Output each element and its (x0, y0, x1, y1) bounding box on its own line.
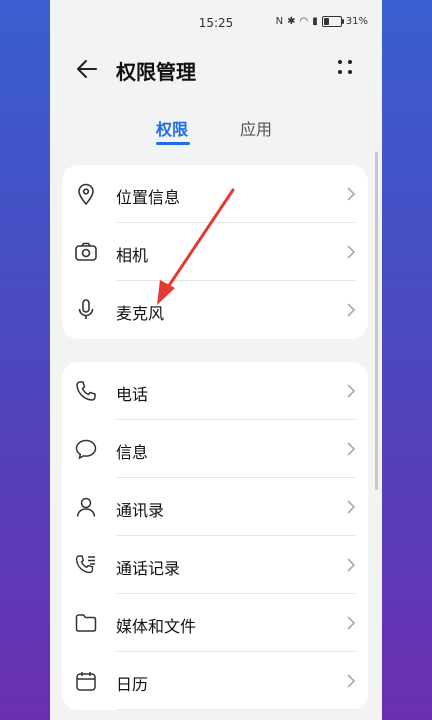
permission-item-call-log[interactable]: 通话记录 (62, 536, 368, 594)
permission-label: 麦克风 (116, 304, 165, 323)
permission-label: 电话 (116, 385, 149, 404)
chevron-right-icon (347, 187, 356, 201)
chevron-right-icon (347, 384, 356, 398)
permission-item-contacts[interactable]: 通讯录 (62, 478, 368, 536)
page-title: 权限管理 (116, 60, 196, 84)
permission-item-location[interactable]: 位置信息 (62, 165, 368, 223)
bluetooth-icon: ✱ (287, 16, 296, 27)
chevron-right-icon (347, 558, 356, 572)
phone-icon (76, 381, 96, 401)
permission-label: 信息 (116, 443, 149, 462)
permission-item-phone[interactable]: 电话 (62, 362, 368, 420)
microphone-icon (78, 299, 94, 319)
wifi-icon: ◠ (299, 16, 309, 27)
permission-label: 通话记录 (116, 559, 181, 578)
phone-screen: 15:25 N ✱ ◠ ▮ 31% 权限管理 权限 应用 位置信息 相机 麦克风… (50, 0, 382, 720)
chevron-right-icon (347, 303, 356, 317)
permission-item-media-files[interactable]: 媒体和文件 (62, 594, 368, 652)
message-icon (75, 439, 97, 460)
back-arrow-icon[interactable] (74, 56, 100, 82)
more-options-icon[interactable] (336, 58, 356, 78)
chevron-right-icon (347, 674, 356, 688)
permission-label: 日历 (116, 675, 149, 694)
location-icon (78, 183, 94, 206)
permission-item-camera[interactable]: 相机 (62, 223, 368, 281)
scrollbar[interactable] (375, 152, 378, 490)
permission-label: 位置信息 (116, 188, 181, 207)
chevron-right-icon (347, 245, 356, 259)
camera-icon (75, 242, 97, 261)
tab-bar: 权限 应用 (50, 110, 382, 150)
permission-item-microphone[interactable]: 麦克风 (62, 281, 368, 339)
permission-group-2: 电话 信息 通讯录 通话记录 媒体和文件 日历 (62, 362, 368, 710)
status-icons: N ✱ ◠ ▮ 31% (276, 16, 368, 27)
permission-label: 相机 (116, 246, 149, 265)
tab-apps[interactable]: 应用 (240, 116, 272, 140)
permission-group-1: 位置信息 相机 麦克风 (62, 165, 368, 339)
chevron-right-icon (347, 500, 356, 514)
active-tab-indicator (156, 142, 190, 145)
status-bar: 15:25 N ✱ ◠ ▮ 31% (50, 0, 382, 44)
chevron-right-icon (347, 616, 356, 630)
battery-percent: 31% (345, 16, 368, 27)
calendar-icon (76, 672, 96, 691)
contacts-icon (76, 497, 96, 517)
signal-icon: ▮ (312, 16, 318, 27)
battery-icon (321, 16, 344, 27)
folder-icon (75, 614, 97, 632)
nfc-icon: N (275, 16, 284, 27)
call-log-icon (75, 555, 95, 574)
permission-label: 通讯录 (116, 501, 165, 520)
header: 权限管理 (50, 46, 382, 92)
chevron-right-icon (347, 442, 356, 456)
permission-label: 媒体和文件 (116, 617, 197, 636)
permission-item-calendar[interactable]: 日历 (62, 652, 368, 710)
tab-permissions[interactable]: 权限 (156, 116, 188, 140)
permission-item-messages[interactable]: 信息 (62, 420, 368, 478)
